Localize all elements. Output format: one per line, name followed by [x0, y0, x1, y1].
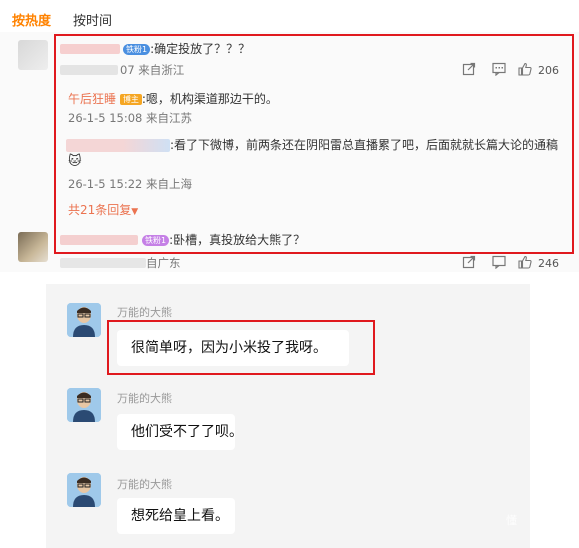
reply-meta: 26-1-5 15:08 来自江苏 [68, 111, 193, 125]
blurred-timestamp [60, 258, 146, 268]
comment-meta: 07 来自浙江 [120, 63, 185, 77]
reply-text: :看了下微博，前两条还在阴阳雷总直播累了吧，后面就就长篇大论的通稿 [170, 138, 559, 152]
comment-icon[interactable] [492, 255, 506, 269]
person-avatar-icon [67, 303, 101, 337]
sort-tabs: 按热度 按时间 [12, 10, 112, 30]
blurred-username[interactable] [66, 139, 170, 152]
comment-meta: 自广东 [146, 256, 181, 270]
comment-text: :确定投放了？？？ [150, 42, 251, 56]
sender-name: 万能的大熊 [117, 306, 172, 319]
avatar[interactable] [67, 388, 101, 422]
blogger-badge: 博主 [119, 94, 142, 105]
comment-line: 铁粉1:确定投放了？？？ [123, 40, 250, 57]
tab-by-time[interactable]: 按时间 [73, 10, 112, 30]
reply-username[interactable]: 午后狂睡 [68, 92, 116, 106]
blurred-timestamp [60, 65, 118, 75]
sender-name: 万能的大熊 [117, 392, 172, 405]
more-replies-link[interactable]: 共21条回复▼ [68, 201, 138, 218]
avatar[interactable] [18, 232, 48, 262]
highlight-box [107, 320, 375, 375]
emoji-icon: 🐱 [68, 154, 82, 169]
comment-icon[interactable] [492, 62, 506, 76]
comment-line: 铁粉1:卧槽，真投放给大熊了？ [142, 231, 305, 248]
sender-name: 万能的大熊 [117, 478, 172, 491]
comment-text: :卧槽，真投放给大熊了？ [169, 233, 306, 247]
reply-meta: 26-1-5 15:22 来自上海 [68, 177, 193, 191]
caret-down-icon: ▼ [131, 207, 139, 217]
fan-badge: 铁粉1 [142, 235, 170, 246]
avatar[interactable] [18, 40, 48, 70]
share-icon[interactable] [462, 255, 476, 269]
message-bubble: 想死给皇上看。 [117, 498, 235, 534]
like-count: 246 [538, 257, 559, 270]
reply-line: 午后狂睡 博主:嗯，机构渠道那边干的。 [68, 90, 278, 107]
person-avatar-icon [67, 388, 101, 422]
avatar[interactable] [67, 303, 101, 337]
message-bubble: 他们受不了了呗。 [117, 414, 243, 450]
like-icon[interactable] [518, 62, 532, 76]
person-avatar-icon [67, 473, 101, 507]
blurred-username[interactable] [60, 44, 120, 54]
like-icon[interactable] [518, 255, 532, 269]
like-count: 206 [538, 64, 559, 77]
avatar[interactable] [67, 473, 101, 507]
fan-badge: 铁粉1 [123, 44, 151, 55]
tab-by-heat[interactable]: 按热度 [12, 10, 51, 30]
reply-text: :嗯，机构渠道那边干的。 [141, 92, 278, 106]
more-replies-label: 共21条回复 [68, 203, 132, 217]
share-icon[interactable] [462, 62, 476, 76]
watermark: 懂 [506, 514, 517, 527]
blurred-username[interactable] [60, 235, 138, 245]
